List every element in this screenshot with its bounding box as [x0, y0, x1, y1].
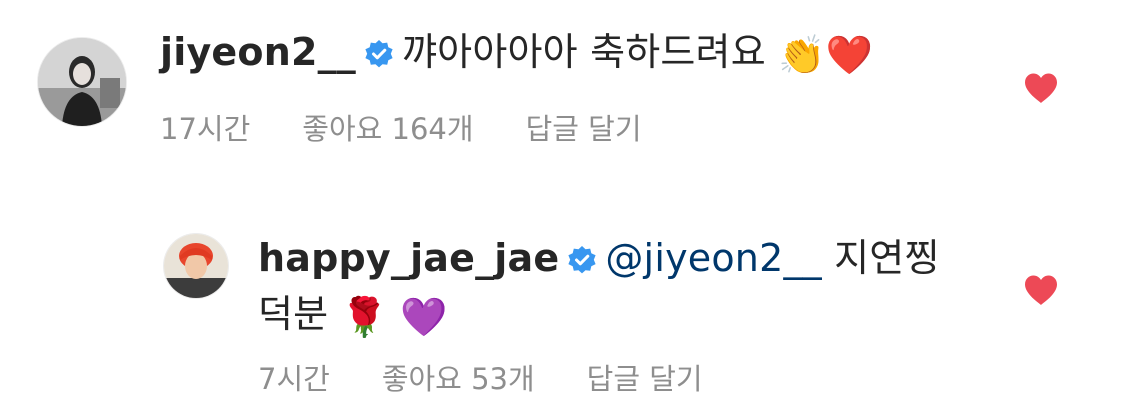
username[interactable]: happy_jae_jae: [258, 236, 559, 280]
verified-badge-icon: [364, 30, 394, 82]
comment-text: 꺄아아아아 축하드려요: [402, 30, 766, 74]
likes-count-link[interactable]: 좋아요 53개: [382, 356, 535, 398]
timestamp: 7시간: [258, 362, 330, 396]
comment-2-body: happy_jae_jae @jiyeon2__ 지연찡 덕분 🌹 💜: [258, 232, 998, 343]
avatar-happy-jae-jae[interactable]: [164, 234, 228, 298]
avatar-jiyeon2[interactable]: [38, 38, 126, 126]
comment-1-body: jiyeon2__ 꺄아아아아 축하드려요 👏❤️: [160, 26, 960, 82]
reply-button[interactable]: 답글 달기: [526, 106, 642, 148]
like-heart-icon[interactable]: [1023, 72, 1059, 104]
clapping-hands-icon: 👏: [778, 33, 826, 77]
verified-badge-icon: [567, 236, 597, 288]
username[interactable]: jiyeon2__: [160, 30, 356, 74]
avatar-image: [38, 38, 126, 126]
likes-count-link[interactable]: 좋아요 164개: [302, 106, 473, 148]
timestamp: 17시간: [160, 112, 251, 146]
comment-2-meta: 7시간 좋아요 53개 답글 달기: [258, 356, 755, 398]
comment-1-meta: 17시간 좋아요 164개 답글 달기: [160, 106, 694, 148]
like-heart-icon[interactable]: [1023, 274, 1059, 306]
purple-heart-icon: 💜: [400, 295, 448, 339]
avatar-image: [164, 234, 228, 298]
rose-icon: 🌹: [340, 295, 389, 339]
red-heart-icon: ❤️: [825, 33, 874, 77]
mention-link[interactable]: @jiyeon2__: [605, 236, 822, 280]
comment-text-line2: 덕분: [258, 292, 329, 336]
reply-button[interactable]: 답글 달기: [587, 356, 703, 398]
comment-text-line1: 지연찡: [834, 236, 940, 280]
